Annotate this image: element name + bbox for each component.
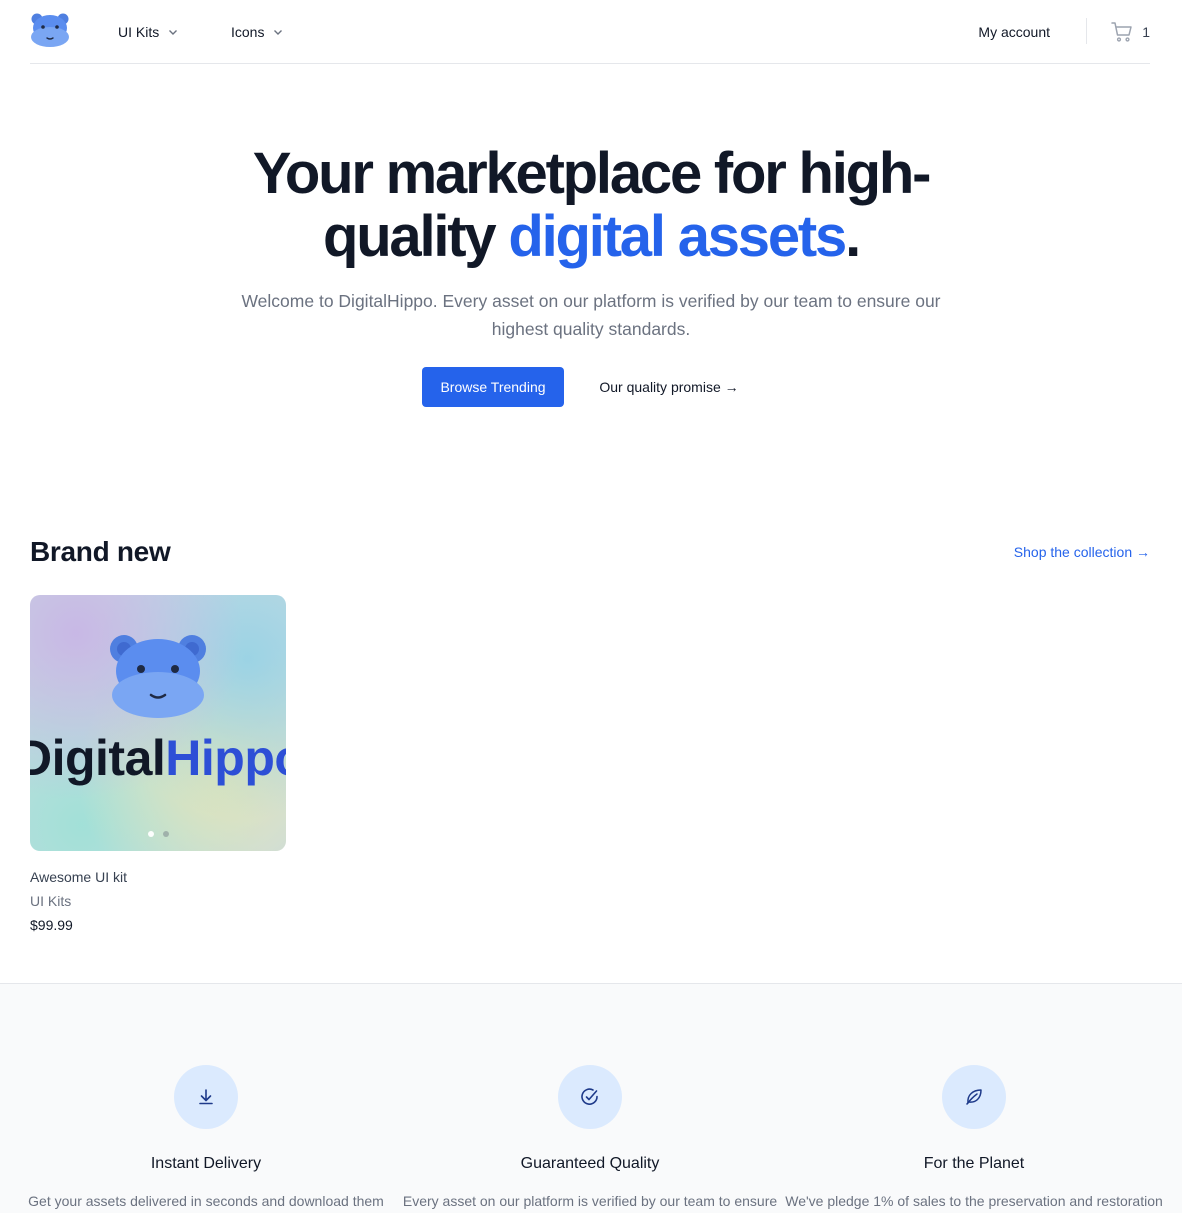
hero-title-line1: Your marketplace for high- (252, 141, 932, 206)
chevron-down-icon (274, 29, 283, 35)
nav-menu-label: UI Kits (118, 23, 160, 40)
cart-count: 1 (1142, 23, 1150, 40)
feature-title: For the Planet (923, 1155, 1025, 1172)
nav-menu-ui-kits[interactable]: UI Kits (118, 0, 179, 63)
carousel-dots (30, 831, 286, 837)
browse-trending-button[interactable]: Browse Trending (422, 367, 564, 407)
feature-description: We've pledge 1% of sales to the preserva… (785, 1193, 1163, 1209)
wordmark-highlight: Hippo (165, 730, 286, 786)
product-category: UI Kits (30, 893, 72, 909)
product-image-carousel[interactable]: DigitalHippo (30, 595, 286, 851)
feature-description: Every asset on our platform is verified … (402, 1193, 778, 1209)
feature-icon-circle (942, 1065, 1006, 1129)
chevron-down-icon (169, 29, 178, 35)
carousel-dot-1[interactable] (147, 831, 154, 837)
feature-description: Get your assets delivered in seconds and… (28, 1193, 384, 1209)
carousel-dot-2[interactable] (162, 831, 169, 837)
shopping-cart-icon (1111, 21, 1132, 42)
hero-subtitle: Welcome to DigitalHippo. Every asset on … (241, 291, 941, 339)
top-navbar: UI Kits Icons My account 1 (30, 0, 1150, 64)
hero-title-line2: quality (322, 204, 509, 269)
product-image-wordmark: DigitalHippo (30, 729, 286, 787)
product-name[interactable]: Awesome UI kit (30, 869, 127, 885)
hero-title-end: . (845, 204, 861, 269)
check-circle-icon (581, 1088, 598, 1105)
feature-title: Guaranteed Quality (520, 1155, 660, 1172)
quality-promise-button[interactable]: Our quality promise → (584, 367, 754, 407)
nav-menu-icons[interactable]: Icons (231, 0, 284, 63)
hippo-mascot-image (110, 635, 206, 718)
cart-button[interactable]: 1 (1110, 0, 1150, 63)
wordmark-text: DigitalHippo (30, 730, 286, 786)
leaf-icon (966, 1089, 982, 1105)
feature-icon-circle (174, 1065, 238, 1129)
nav-menu-label: Icons (231, 23, 265, 40)
product-price: $99.99 (30, 917, 73, 933)
hero-title-accent: digital assets (508, 204, 847, 269)
my-account-link[interactable]: My account (978, 0, 1050, 63)
hippo-logo-icon[interactable] (30, 12, 70, 48)
hero-title: Your marketplace for high- quality digit… (0, 142, 1182, 268)
features-section: Instant Delivery Get your assets deliver… (0, 983, 1182, 1213)
product-card[interactable]: DigitalHippo Awesome UI kit UI Kits $99.… (30, 595, 286, 933)
nav-divider (1086, 18, 1087, 44)
feature-title: Instant Delivery (150, 1155, 262, 1172)
download-icon (199, 1089, 213, 1105)
section-title: Brand new (30, 536, 171, 567)
my-account-label: My account (978, 23, 1050, 40)
shop-collection-link[interactable]: Shop the collection → (1014, 544, 1150, 560)
feature-icon-circle (558, 1065, 622, 1129)
